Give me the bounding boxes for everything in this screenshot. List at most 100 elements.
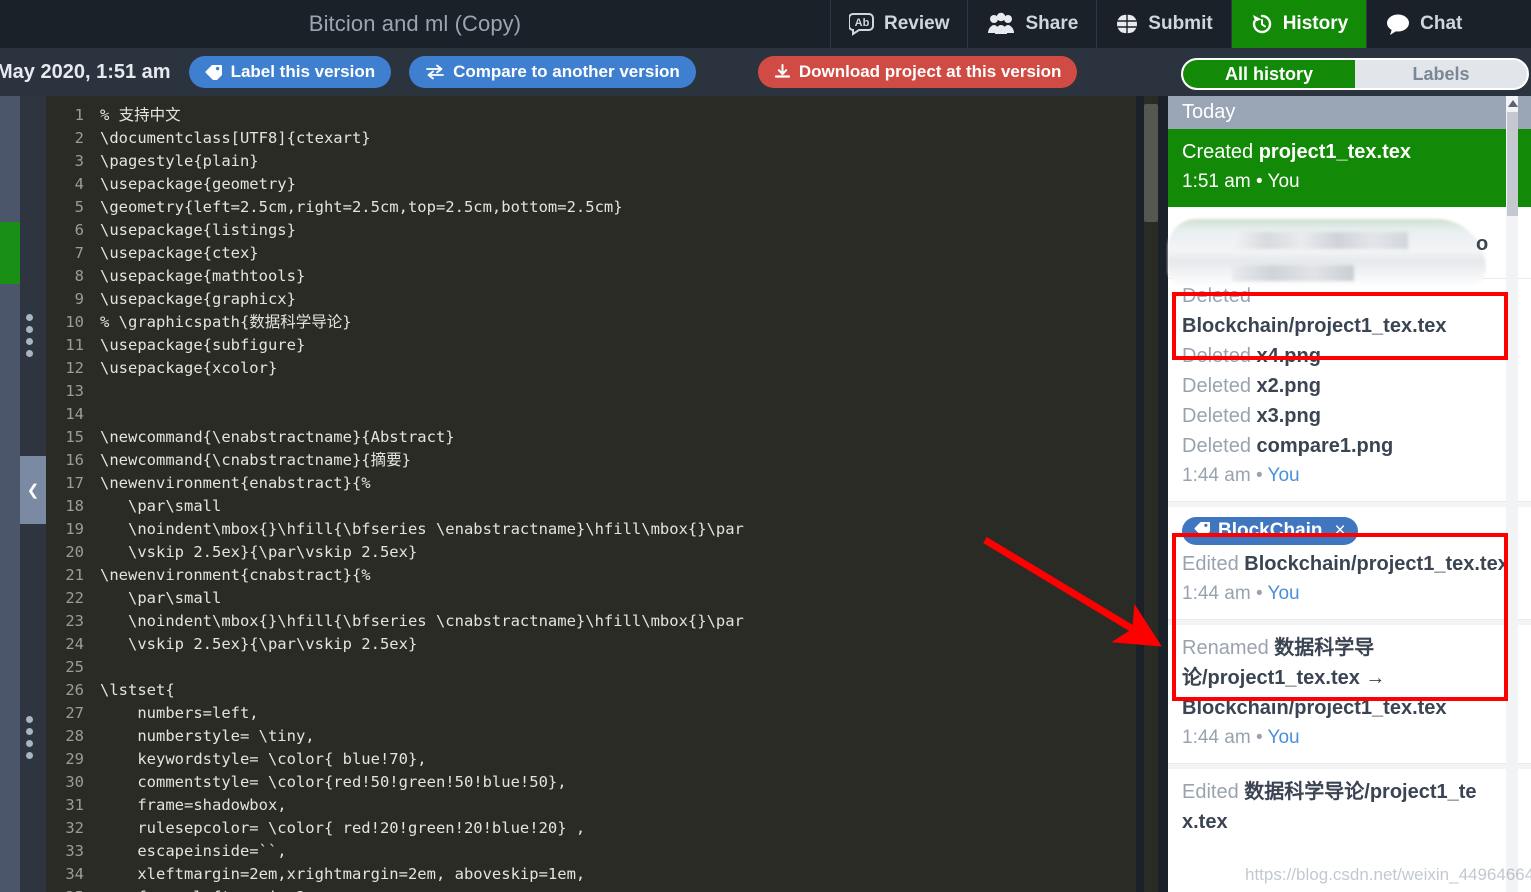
line-number: 24 — [65, 635, 84, 653]
resize-grip-top[interactable] — [26, 314, 40, 357]
line-text: \vskip 2.5ex}{\par\vskip 2.5ex} — [100, 543, 418, 561]
history-author[interactable]: You — [1268, 465, 1300, 486]
history-tab[interactable]: History — [1230, 0, 1367, 48]
history-file: compare1.png — [1256, 435, 1394, 457]
resize-grip-bottom[interactable] — [26, 716, 40, 759]
line-text: xleftmargin=2em,xrightmargin=2em, aboves… — [100, 865, 586, 883]
editor-scrollbar-thumb[interactable] — [1144, 104, 1158, 222]
scroll-up-arrow-icon[interactable] — [1508, 98, 1518, 107]
code-line: 13 — [46, 380, 1136, 403]
code-line: 30 commentstyle= \color{red!50!green!50!… — [46, 771, 1136, 794]
history-scrollbar-thumb[interactable] — [1507, 112, 1518, 216]
history-author[interactable]: You — [1268, 171, 1300, 192]
code-line: 31 frame=shadowbox, — [46, 794, 1136, 817]
code-line: 11 \usepackage{subfigure} — [46, 334, 1136, 357]
code-line: 24 \vskip 2.5ex}{\par\vskip 2.5ex} — [46, 633, 1136, 656]
history-verb: Edited — [1182, 781, 1239, 803]
code-line: 22 \par\small — [46, 587, 1136, 610]
share-button[interactable]: Share — [967, 0, 1097, 48]
line-text: \par\small — [100, 589, 222, 607]
line-text: frame=shadowbox, — [100, 796, 287, 814]
history-verb: Deleted — [1182, 345, 1251, 367]
history-entry-edited-last[interactable]: Edited 数据科学导论/project1_te x.tex — [1168, 769, 1531, 847]
line-number: 14 — [65, 405, 84, 423]
download-project-label: Download project at this version — [798, 62, 1062, 81]
history-filter-segmented-control[interactable]: All history Labels — [1181, 58, 1529, 90]
code-editor[interactable]: ❮ 1 % 支持中文 2 \documentclass[UTF8]{ctexart} 3… — [0, 96, 1136, 892]
code-line: 26 \lstset{ — [46, 679, 1136, 702]
code-content[interactable]: 1 % 支持中文 2 \documentclass[UTF8]{ctexart} 3 \p… — [46, 96, 1136, 892]
history-time: 1:44 am — [1182, 583, 1251, 604]
compare-version-button[interactable]: Compare to another version — [409, 56, 696, 88]
download-project-button[interactable]: Download project at this version — [757, 56, 1078, 88]
line-number: 15 — [65, 428, 84, 446]
code-line: 2 \documentclass[UTF8]{ctexart} — [46, 127, 1136, 150]
line-text: % \graphicspath{数据科学导论} — [100, 313, 352, 331]
tab-all-history[interactable]: All history — [1183, 60, 1355, 88]
code-line: 23 \noindent\mbox{}\hfill{\bfseries \cna… — [46, 610, 1136, 633]
history-entry-line: Renamed 数据科学导论/project1_tex.tex → Blockc… — [1182, 633, 1517, 723]
tag-icon — [205, 64, 223, 80]
review-button[interactable]: Ab Review — [830, 0, 968, 48]
line-number: 10 — [65, 313, 84, 331]
history-entry-edited-labeled[interactable]: BlockChain × Edited Blockchain/project1_… — [1168, 507, 1531, 620]
line-number: 7 — [74, 244, 84, 262]
line-number: 21 — [65, 566, 84, 584]
history-entry-line: Deleted Blockchain/project1_tex.tex — [1182, 281, 1517, 341]
line-number: 18 — [65, 497, 84, 515]
download-icon — [774, 64, 791, 80]
code-line: 18 \par\small — [46, 495, 1136, 518]
history-author[interactable]: You — [1268, 583, 1300, 604]
editor-vertical-scrollbar[interactable] — [1144, 96, 1158, 892]
code-line: 19 \noindent\mbox{}\hfill{\bfseries \ena… — [46, 518, 1136, 541]
history-verb: Renamed — [1182, 637, 1269, 659]
code-line: 1 % 支持中文 — [46, 104, 1136, 127]
history-author[interactable]: You — [1268, 727, 1300, 748]
line-number: 22 — [65, 589, 84, 607]
remove-label-icon[interactable]: × — [1335, 520, 1346, 542]
line-text: commentstyle= \color{red!50!green!50!blu… — [100, 773, 567, 791]
history-meta-sep: • — [1255, 583, 1263, 604]
history-verb: Deleted — [1182, 405, 1251, 427]
code-line: 29 keywordstyle= \color{ blue!70}, — [46, 748, 1136, 771]
history-file: Blockchain/project1_tex.tex — [1244, 553, 1509, 575]
version-timestamp: May 2020, 1:51 am — [0, 60, 171, 83]
line-text: rulesepcolor= \color{ red!20!green!20!bl… — [100, 819, 586, 837]
code-line: 14 — [46, 403, 1136, 426]
code-line: 3 \pagestyle{plain} — [46, 150, 1136, 173]
code-line: 7 \usepackage{ctex} — [46, 242, 1136, 265]
code-line: 8 \usepackage{mathtools} — [46, 265, 1136, 288]
line-text: escapeinside=``, — [100, 842, 287, 860]
line-number: 35 — [46, 886, 100, 892]
line-text: \noindent\mbox{}\hfill{\bfseries \cnabst… — [100, 612, 744, 630]
history-entry-renamed[interactable]: Renamed 数据科学导论/project1_tex.tex → Blockc… — [1168, 625, 1531, 764]
version-label-chip-blockchain[interactable]: BlockChain × — [1182, 517, 1358, 545]
line-text: \usepackage{geometry} — [100, 175, 296, 193]
top-toolbar: Bitcion and ml (Copy) Ab Review Share Su… — [0, 0, 1531, 48]
line-number: 5 — [74, 198, 84, 216]
line-text: \usepackage{mathtools} — [100, 267, 306, 285]
label-this-version-button[interactable]: Label this version — [188, 56, 392, 88]
line-number: 32 — [65, 819, 84, 837]
line-text: \pagestyle{plain} — [100, 152, 259, 170]
code-line: 6 \usepackage{listings} — [46, 219, 1136, 242]
line-text: \usepackage{listings} — [100, 221, 296, 239]
editor-left-rail — [0, 96, 20, 892]
tab-labels[interactable]: Labels — [1355, 60, 1527, 88]
code-line: 27 numbers=left, — [46, 702, 1136, 725]
chat-button[interactable]: Chat — [1366, 0, 1481, 48]
line-number: 20 — [65, 543, 84, 561]
history-file: project1_tex.tex — [1258, 141, 1412, 163]
collapse-panel-handle[interactable]: ❮ — [20, 456, 46, 524]
history-entry-created[interactable]: Created project1_tex.tex 1:51 am • You — [1168, 129, 1531, 207]
chat-label: Chat — [1420, 13, 1463, 34]
people-group-icon — [986, 12, 1016, 36]
review-bubble-ab-icon: Ab — [849, 12, 875, 36]
line-number: 30 — [65, 773, 84, 791]
globe-icon — [1115, 12, 1140, 36]
history-entry-deleted-group[interactable]: Deleted Blockchain/project1_tex.tex Dele… — [1168, 279, 1531, 502]
chevron-left-icon: ❮ — [26, 482, 40, 499]
submit-button[interactable]: Submit — [1096, 0, 1231, 48]
line-number: 33 — [65, 842, 84, 860]
label-this-version-label: Label this version — [230, 62, 376, 81]
